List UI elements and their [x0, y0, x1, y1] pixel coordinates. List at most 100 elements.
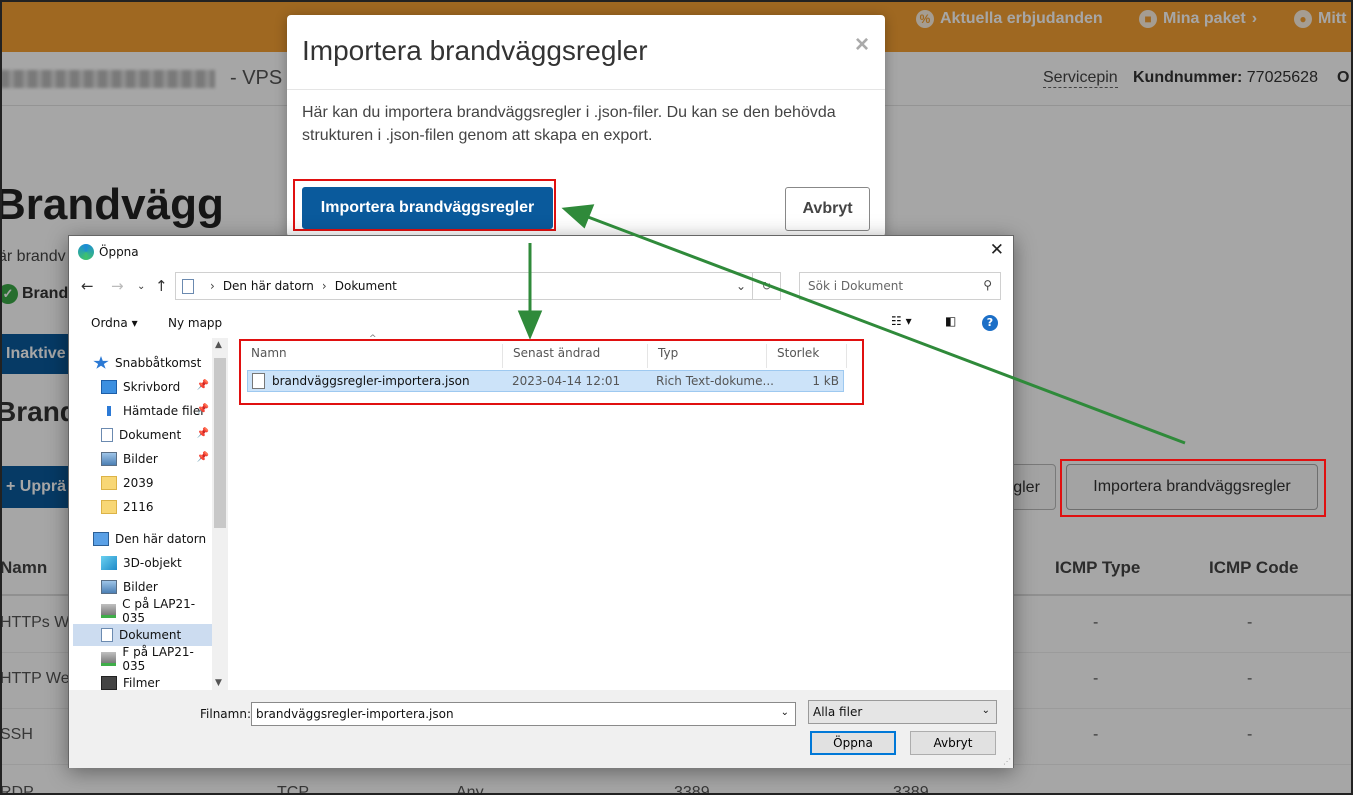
filter-value: Alla filer [813, 705, 863, 719]
sidebar-item-label: Bilder [123, 452, 158, 466]
sidebar-item[interactable]: Snabbåtkomst [73, 352, 213, 374]
open-file-dialog: Öppna ✕ ← → ⌄ ↑ › Den här datorn › Dokum… [68, 235, 1014, 768]
document-icon [182, 278, 194, 294]
desktop-icon [101, 380, 117, 394]
sidebar-item-label: Bilder [123, 580, 158, 594]
file-type: Rich Text-dokume... [656, 374, 774, 388]
new-folder-button[interactable]: Ny mapp [168, 316, 222, 330]
navigation-pane: Snabbåtkomst Skrivbord 📌 Hämtade filer 📌 Doku… [73, 338, 228, 690]
open-button[interactable]: Öppna [810, 731, 896, 755]
breadcrumb-separator: › [210, 279, 215, 293]
pin-icon: 📌 [196, 380, 209, 391]
sidebar-item[interactable]: Bilder 📌 [73, 448, 213, 470]
dialog-title: Öppna [99, 245, 139, 259]
up-icon[interactable]: ↑ [155, 277, 168, 295]
organize-label: Ordna [91, 316, 128, 330]
sidebar-item-label: 2116 [123, 500, 154, 514]
scrollbar-thumb[interactable] [214, 358, 226, 528]
view-options-icon[interactable]: ☷ ▾ [891, 314, 912, 328]
sidebar-item-label: C på LAP21-035 [122, 597, 196, 625]
sidebar-item-label: Dokument [119, 628, 182, 642]
file-type-filter[interactable]: Alla filer ⌄ [808, 700, 997, 724]
sidebar-item-label: 3D-objekt [123, 556, 182, 570]
file-name: brandväggsregler-importera.json [272, 374, 470, 388]
forward-icon[interactable]: → [111, 277, 124, 295]
sidebar-item[interactable]: C på LAP21-035 [73, 597, 213, 625]
scroll-down-icon[interactable]: ▼ [215, 678, 222, 688]
filename-label: Filnamn: [200, 707, 251, 721]
network-drive-icon [101, 604, 117, 618]
sidebar-item[interactable]: Dokument 📌 [73, 424, 213, 446]
sidebar-item[interactable]: 2116 [73, 496, 213, 518]
network-drive-icon [101, 652, 117, 666]
cancel-button[interactable]: Avbryt [785, 187, 870, 231]
address-bar[interactable]: › Den här datorn › Dokument ⌄ [175, 272, 753, 300]
recent-locations-icon[interactable]: ⌄ [137, 281, 145, 292]
cube-icon [101, 556, 117, 570]
sort-ascending-icon: ^ [369, 334, 377, 344]
import-rules-primary-button[interactable]: Importera brandväggsregler [302, 187, 553, 229]
sidebar-item[interactable]: Den här datorn [73, 528, 213, 550]
search-input[interactable]: Sök i Dokument ⚲ [799, 272, 1001, 300]
sidebar-item-label: Hämtade filer [123, 404, 206, 418]
sidebar-item[interactable]: 2039 [73, 472, 213, 494]
close-icon[interactable]: × [855, 31, 869, 59]
organize-menu[interactable]: Ordna ▾ [91, 316, 138, 330]
file-modified: 2023-04-14 12:01 [512, 374, 621, 388]
sidebar-item-label: Dokument [119, 428, 182, 442]
pin-icon: 📌 [196, 428, 209, 439]
help-icon[interactable]: ? [982, 315, 998, 331]
dialog-footer: Filnamn: brandväggsregler-importera.json… [69, 690, 1013, 768]
filename-value: brandväggsregler-importera.json [256, 707, 454, 721]
navigation-scrollbar[interactable]: ▲ ▼ [212, 338, 228, 690]
column-header-name[interactable]: Namn [241, 344, 503, 368]
close-icon[interactable]: ✕ [990, 240, 1004, 260]
column-header-modified[interactable]: Senast ändrad [503, 344, 648, 368]
sidebar-item-label: Filmer [123, 676, 160, 690]
search-icon: ⚲ [983, 278, 992, 292]
back-icon[interactable]: ← [81, 277, 94, 295]
document-icon [101, 428, 113, 442]
chevron-down-icon[interactable]: ⌄ [736, 279, 746, 293]
download-icon [101, 404, 117, 418]
search-placeholder: Sök i Dokument [808, 279, 904, 293]
modal-divider [287, 89, 885, 90]
preview-pane-icon[interactable]: ◧ [945, 314, 956, 328]
sidebar-item-label: 2039 [123, 476, 154, 490]
pin-icon: 📌 [196, 404, 209, 415]
column-header-size[interactable]: Storlek [767, 344, 847, 368]
folder-icon [101, 476, 117, 490]
folder-icon [101, 500, 117, 514]
sidebar-item[interactable]: F på LAP21-035 [73, 645, 213, 673]
edge-browser-icon [78, 244, 94, 260]
file-size: 1 kB [812, 374, 839, 388]
breadcrumb-separator: › [321, 279, 327, 293]
cancel-button[interactable]: Avbryt [910, 731, 996, 755]
file-row[interactable]: brandväggsregler-importera.json 2023-04-… [247, 370, 844, 392]
sidebar-item[interactable]: 3D-objekt [73, 552, 213, 574]
sidebar-item[interactable]: Filmer [73, 672, 213, 690]
sidebar-item[interactable]: Hämtade filer 📌 [73, 400, 213, 422]
chevron-down-icon: ⌄ [981, 705, 990, 716]
pictures-icon [101, 580, 117, 594]
pictures-icon [101, 452, 117, 466]
refresh-icon[interactable]: ↻ [753, 272, 781, 300]
modal-text: Här kan du importera brandväggsregler i … [302, 104, 836, 144]
import-modal: Importera brandväggsregler × Här kan du … [287, 15, 885, 237]
resize-grip-icon[interactable]: ⋰ [1003, 757, 1011, 766]
scroll-up-icon[interactable]: ▲ [215, 340, 222, 350]
file-list: ^ Namn Senast ändrad Typ Storlek brandvä… [239, 334, 1013, 690]
sidebar-item[interactable]: Bilder [73, 576, 213, 598]
rich-text-file-icon [252, 373, 265, 389]
chevron-down-icon[interactable]: ⌄ [781, 707, 789, 718]
breadcrumb-documents[interactable]: Dokument [335, 279, 397, 293]
sidebar-item-label: Den här datorn [115, 532, 207, 546]
sidebar-item-label: Snabbåtkomst [115, 356, 202, 370]
column-header-type[interactable]: Typ [648, 344, 767, 368]
sidebar-item[interactable]: Dokument [73, 624, 213, 646]
sidebar-item[interactable]: Skrivbord 📌 [73, 376, 213, 398]
breadcrumb-this-pc[interactable]: Den här datorn [223, 279, 314, 293]
sidebar-item-label: F på LAP21-035 [122, 645, 194, 673]
filename-input[interactable]: brandväggsregler-importera.json ⌄ [251, 702, 796, 726]
sidebar-item-label: Skrivbord [123, 380, 181, 394]
